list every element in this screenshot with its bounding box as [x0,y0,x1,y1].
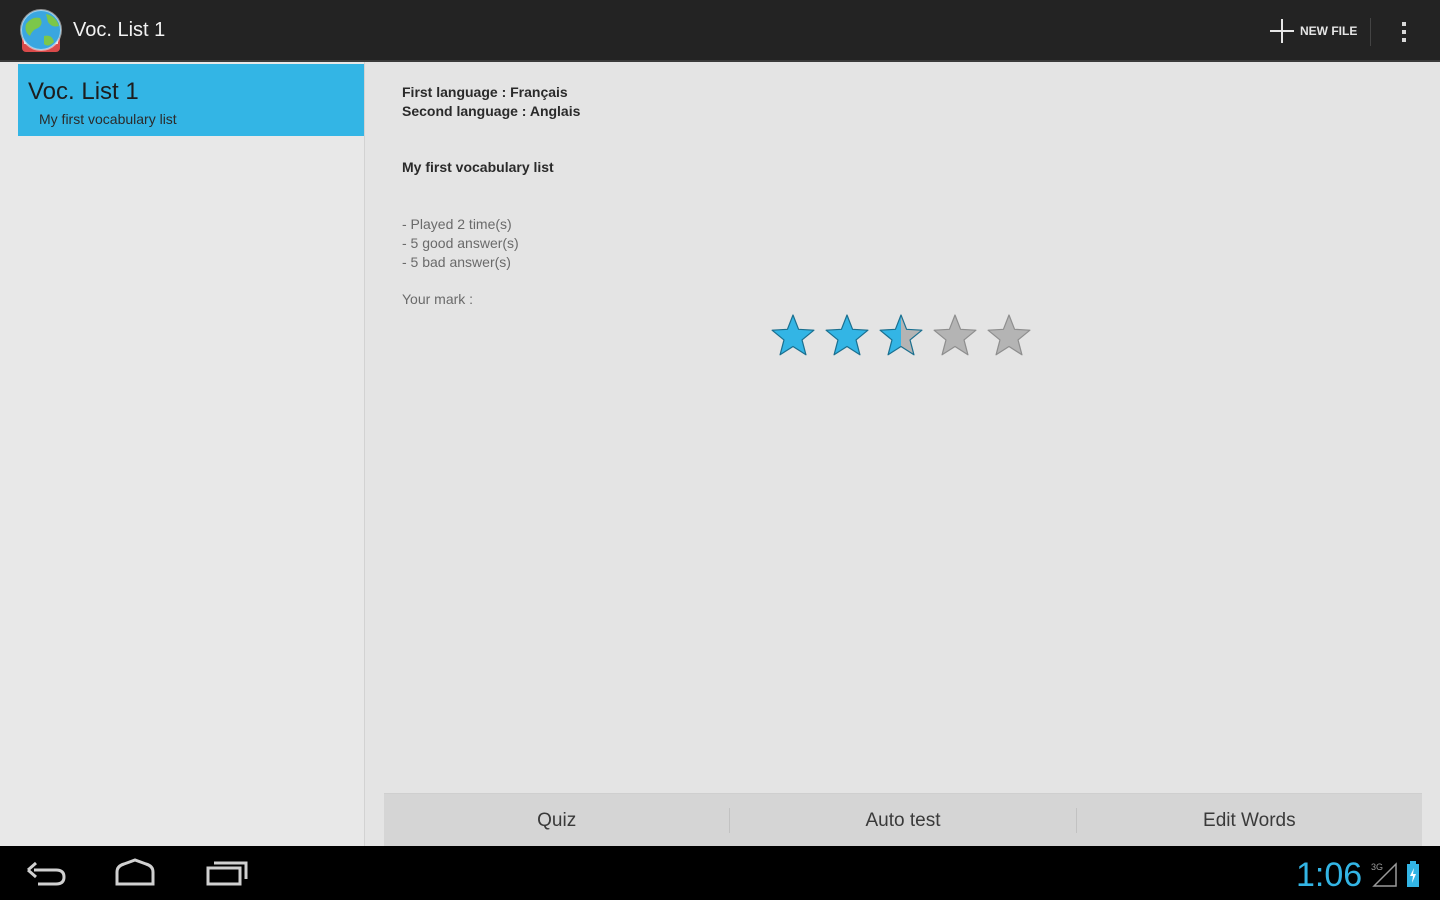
stat-bad-answers: - 5 bad answer(s) [402,254,511,270]
list-description: My first vocabulary list [402,159,554,175]
plus-icon [1268,17,1296,45]
signal-icon: 3G [1371,862,1397,887]
rating-star[interactable] [879,314,923,356]
globe-book-icon[interactable] [18,6,66,56]
quiz-button[interactable]: Quiz [384,794,729,847]
button-bar: Quiz Auto test Edit Words [384,793,1422,847]
rating-star[interactable] [933,314,977,356]
rating-bar[interactable] [771,312,1041,360]
list-item-title: Voc. List 1 [28,78,139,105]
home-icon[interactable] [112,854,158,892]
list-item-subtitle: My first vocabulary list [39,111,177,127]
recent-apps-icon[interactable] [203,854,251,892]
detail-pane: First language : Français Second languag… [365,62,1440,846]
battery-charging-icon [1407,861,1419,887]
list-item[interactable]: Voc. List 1 My first vocabulary list [18,64,364,136]
first-language-text: First language : Français [402,84,568,100]
new-file-label: NEW FILE [1300,24,1358,38]
vocabulary-list-pane: Voc. List 1 My first vocabulary list [0,62,365,846]
action-bar-divider [1370,18,1371,46]
auto-test-button[interactable]: Auto test [730,794,1075,847]
network-type-label: 3G [1371,862,1383,872]
rating-star[interactable] [987,314,1031,356]
rating-star[interactable] [771,314,815,356]
edit-words-button[interactable]: Edit Words [1077,794,1422,847]
system-navigation-bar [0,846,1440,900]
app-title: Voc. List 1 [73,19,166,41]
rating-stars[interactable] [771,312,1041,360]
overflow-menu-icon[interactable] [1392,16,1416,48]
second-language-text: Second language : Anglais [402,103,581,119]
mark-label: Your mark : [402,291,474,307]
clock: 1:06 [1296,856,1363,894]
rating-star[interactable] [825,314,869,356]
stat-good-answers: - 5 good answer(s) [402,235,519,251]
stat-played: - Played 2 time(s) [402,216,512,232]
back-icon[interactable] [24,854,70,892]
new-file-button[interactable]: NEW FILE [1262,10,1366,52]
action-bar: Voc. List 1 NEW FILE [0,0,1440,62]
